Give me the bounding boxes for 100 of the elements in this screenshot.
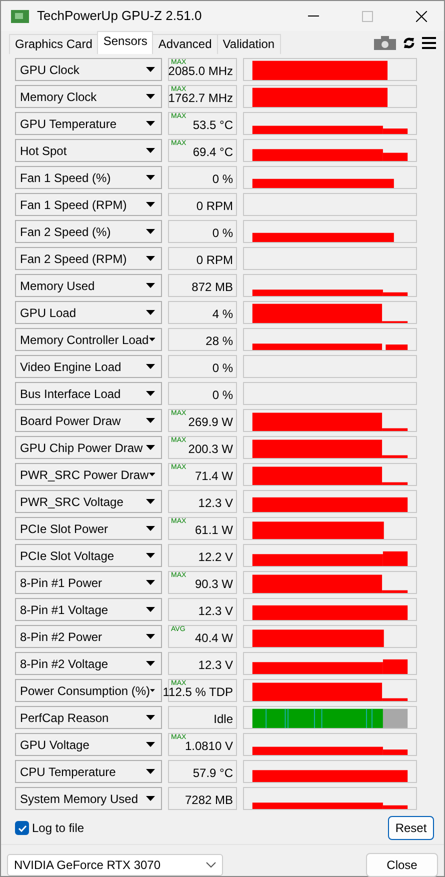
sensor-dropdown[interactable]: Memory Controller Load [15, 328, 162, 351]
sensor-dropdown[interactable]: PCIe Slot Voltage [15, 544, 162, 567]
sensor-value: 269.9 W [188, 416, 233, 429]
sensor-value: 1.0810 V [184, 740, 233, 753]
sensor-value: 872 MB [192, 281, 233, 294]
menu-icon[interactable] [422, 37, 436, 49]
caret-icon [146, 256, 155, 261]
sensor-value: 0 RPM [196, 200, 233, 213]
sensor-value: 0 % [212, 173, 233, 186]
sensor-value: 12.2 V [198, 551, 233, 564]
sensor-dropdown[interactable]: 8-Pin #2 Voltage [15, 652, 162, 675]
sensor-value: 1762.7 MHz [168, 92, 233, 105]
sensor-dropdown[interactable]: 8-Pin #2 Power [15, 625, 162, 648]
caret-icon [146, 769, 155, 774]
close-button[interactable]: Close [366, 853, 438, 877]
sensor-value: 53.5 °C [192, 119, 233, 132]
caret-icon [148, 337, 155, 342]
sensor-dropdown[interactable]: PerfCap Reason [15, 706, 162, 729]
caret-icon [146, 229, 155, 234]
sensor-dropdown[interactable]: GPU Clock [15, 58, 162, 81]
sensor-value: 200.3 W [188, 443, 233, 456]
caret-icon [146, 607, 155, 612]
maximize-icon [362, 10, 372, 22]
sensor-value: 90.3 W [194, 578, 233, 591]
refresh-icon[interactable] [402, 36, 416, 50]
sensor-dropdown[interactable]: Fan 2 Speed (%) [15, 220, 162, 243]
sensor-dropdown[interactable]: GPU Voltage [15, 733, 162, 756]
sensor-value: 28 % [206, 335, 233, 348]
caret-icon [146, 364, 155, 369]
tab[interactable]: Validation [216, 34, 281, 54]
caret-icon [146, 121, 155, 126]
sensor-value: Idle [214, 713, 233, 726]
sensor-value: 40.4 W [194, 632, 233, 645]
sensor-dropdown[interactable]: Hot Spot [15, 139, 162, 162]
caret-icon [146, 499, 155, 504]
sensor-dropdown[interactable]: 8-Pin #1 Power [15, 571, 162, 594]
window-title: TechPowerUp GPU-Z 2.51.0 [37, 7, 203, 26]
camera-icon[interactable] [374, 36, 396, 50]
sensor-value: 0 % [212, 389, 233, 402]
sensor-value: 0 % [212, 362, 233, 375]
sensor-value: 2085.0 MHz [168, 65, 233, 78]
caret-icon [146, 391, 155, 396]
sensor-dropdown[interactable]: GPU Chip Power Draw [15, 436, 162, 459]
sensor-value: 12.3 V [198, 659, 233, 672]
caret-icon [146, 310, 155, 315]
caret-icon [150, 688, 155, 693]
sensor-value: 69.4 °C [192, 146, 233, 159]
caret-icon [146, 175, 155, 180]
caret-icon [146, 67, 155, 72]
check-icon [18, 824, 26, 832]
gpu-select[interactable]: NVIDIA GeForce RTX 3070 [7, 854, 223, 876]
caret-icon [146, 796, 155, 801]
sensor-dropdown[interactable]: Video Engine Load [15, 355, 162, 378]
sensor-value: 0 % [212, 227, 233, 240]
sensor-dropdown[interactable]: GPU Load [15, 301, 162, 324]
sensor-value: 12.3 V [198, 605, 233, 618]
sensor-dropdown[interactable]: Power Consumption (%) [15, 679, 162, 702]
sensor-dropdown[interactable]: GPU Temperature [15, 112, 162, 135]
caret-icon [146, 553, 155, 558]
app-icon [11, 10, 29, 22]
sensor-dropdown[interactable]: Board Power Draw [15, 409, 162, 432]
caret-icon [146, 94, 155, 99]
log-checkbox[interactable]: Log to file [15, 819, 84, 837]
sensor-dropdown[interactable]: CPU Temperature [15, 760, 162, 783]
sensor-dropdown[interactable]: PWR_SRC Power Draw [15, 463, 162, 486]
sensor-dropdown[interactable]: PCIe Slot Power [15, 517, 162, 540]
caret-icon [146, 445, 155, 450]
caret-icon [146, 526, 155, 531]
sensor-dropdown[interactable]: PWR_SRC Voltage [15, 490, 162, 513]
sensor-dropdown[interactable]: Fan 1 Speed (%) [15, 166, 162, 189]
caret-icon [146, 202, 155, 207]
tab[interactable]: Graphics Card [9, 34, 98, 54]
sensor-value: 112.5 % TDP [162, 686, 233, 699]
sensor-dropdown[interactable]: Fan 1 Speed (RPM) [15, 193, 162, 216]
sensor-dropdown[interactable]: Memory Clock [15, 85, 162, 108]
sensor-value: 57.9 °C [192, 767, 233, 780]
caret-icon [146, 580, 155, 585]
caret-icon [146, 742, 155, 747]
caret-icon [146, 148, 155, 153]
sensor-dropdown[interactable]: Memory Used [15, 274, 162, 297]
sensor-dropdown[interactable]: Bus Interface Load [15, 382, 162, 405]
close-icon [416, 10, 426, 22]
sensor-value: 12.3 V [198, 497, 233, 510]
caret-icon [148, 472, 155, 477]
sensor-value: 7282 MB [184, 794, 233, 807]
sensor-value: 71.4 W [194, 470, 233, 483]
sensor-dropdown[interactable]: Fan 2 Speed (RPM) [15, 247, 162, 270]
reset-button[interactable]: Reset [388, 816, 434, 840]
caret-icon [146, 418, 155, 423]
sensor-value: 61.1 W [194, 524, 233, 537]
tab[interactable]: Sensors [97, 31, 154, 54]
sensor-value: 0 RPM [196, 254, 233, 267]
caret-icon [146, 283, 155, 288]
sensor-value: 4 % [212, 308, 233, 321]
caret-icon [146, 634, 155, 639]
sensor-dropdown[interactable]: 8-Pin #1 Voltage [15, 598, 162, 621]
caret-icon [146, 715, 155, 720]
chevron-icon [206, 862, 216, 868]
caret-icon [146, 661, 155, 666]
sensor-dropdown[interactable]: System Memory Used [15, 787, 162, 810]
